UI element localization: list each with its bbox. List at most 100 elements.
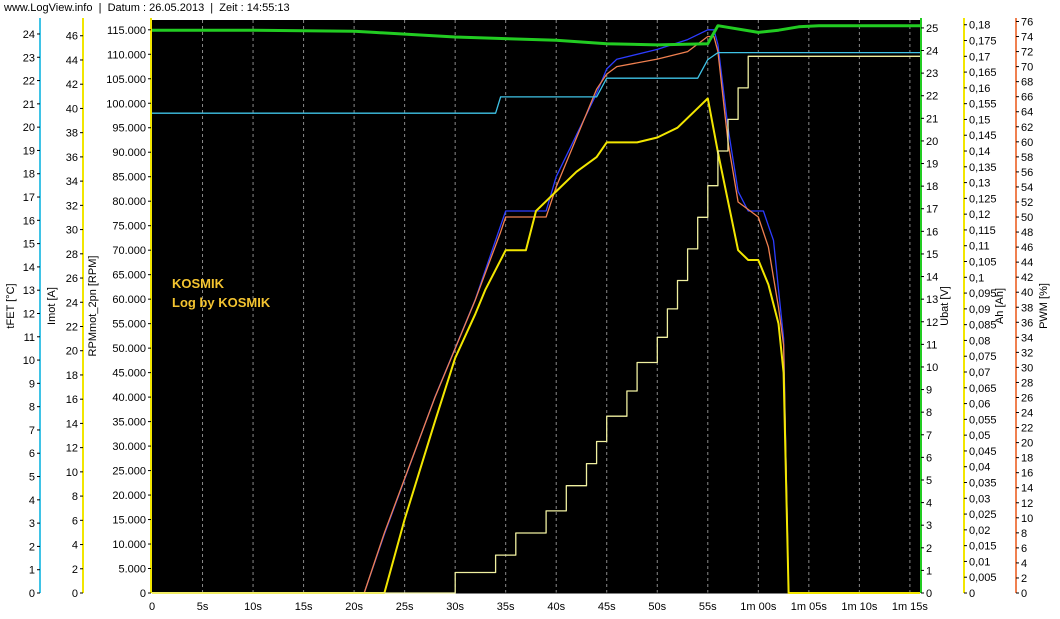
ubat-tick-label: 6	[926, 452, 932, 464]
pwm-tick-label: 2	[1021, 573, 1027, 585]
ah-tick-label: 0,045	[969, 446, 997, 458]
ah-tick-label: 0,12	[969, 209, 990, 221]
imot-tick-label: 44	[66, 55, 78, 67]
ubat-axis-label: Ubat [V]	[939, 286, 951, 326]
tfet-tick-label: 3	[29, 518, 35, 530]
pwm-tick-label: 60	[1021, 137, 1033, 149]
ah-tick-label: 0,05	[969, 430, 990, 442]
rpm-tick-label: 95.000	[112, 123, 146, 135]
rpm-tick-label: 50.000	[112, 343, 146, 355]
x-tick-label: 45s	[598, 601, 616, 613]
pwm-tick-label: 74	[1021, 32, 1033, 44]
ah-tick-label: 0,155	[969, 99, 997, 111]
rpm-tick-label: 40.000	[112, 392, 146, 404]
pwm-tick-label: 6	[1021, 543, 1027, 555]
imot-tick-label: 34	[66, 176, 78, 188]
imot-tick-label: 38	[66, 128, 78, 140]
imot-tick-label: 6	[72, 515, 78, 527]
rpm-tick-label: 25.000	[112, 466, 146, 478]
tfet-tick-label: 11	[24, 332, 35, 344]
rpm-tick-label: 10.000	[112, 539, 146, 551]
ah-tick-label: 0,01	[969, 556, 990, 568]
pwm-tick-label: 42	[1021, 272, 1033, 284]
pwm-tick-label: 70	[1021, 62, 1033, 74]
pwm-tick-label: 18	[1021, 453, 1033, 465]
x-tick-label: 55s	[699, 601, 717, 613]
ah-tick-label: 0,165	[969, 67, 997, 79]
ubat-tick-label: 13	[926, 294, 938, 306]
ah-tick-label: 0,085	[969, 320, 997, 332]
x-tick-label: 20s	[345, 601, 363, 613]
rpm-tick-label: 20.000	[112, 490, 146, 502]
pwm-tick-label: 0	[1021, 588, 1027, 600]
x-tick-label: 30s	[446, 601, 464, 613]
imot-tick-label: 10	[66, 467, 78, 479]
tfet-tick-label: 5	[29, 472, 35, 484]
tfet-tick-label: 23	[23, 52, 35, 64]
imot-tick-label: 2	[72, 564, 78, 576]
rpm-axis-label: RPMmot_2pn [RPM]	[87, 256, 99, 357]
pwm-tick-label: 64	[1021, 107, 1033, 119]
imot-tick-label: 12	[66, 443, 78, 455]
ah-tick-label: 0,11	[969, 241, 990, 253]
x-tick-label: 40s	[547, 601, 565, 613]
pwm-tick-label: 58	[1021, 152, 1033, 164]
pwm-tick-label: 28	[1021, 377, 1033, 389]
rpm-tick-label: 105.000	[106, 74, 146, 86]
tfet-tick-label: 16	[23, 215, 35, 227]
tfet-tick-label: 8	[29, 402, 35, 414]
pwm-tick-label: 68	[1021, 77, 1033, 89]
ah-tick-label: 0,07	[969, 367, 990, 379]
ubat-tick-label: 14	[926, 272, 938, 284]
x-tick-label: 10s	[244, 601, 262, 613]
tfet-tick-label: 20	[23, 122, 35, 134]
ah-tick-label: 0,025	[969, 509, 997, 521]
tfet-tick-label: 19	[23, 145, 35, 157]
ubat-tick-label: 0	[926, 588, 932, 600]
pwm-axis-label: PWM [%]	[1038, 283, 1050, 329]
pwm-tick-label: 10	[1021, 513, 1033, 525]
pwm-tick-label: 56	[1021, 167, 1033, 179]
imot-tick-label: 14	[66, 418, 78, 430]
ah-tick-label: 0,075	[969, 351, 997, 363]
pwm-tick-label: 54	[1021, 182, 1033, 194]
ubat-tick-label: 7	[926, 430, 932, 442]
ah-tick-label: 0,16	[969, 83, 990, 95]
ah-tick-label: 0	[969, 588, 975, 600]
imot-tick-label: 32	[66, 200, 78, 212]
pwm-tick-label: 72	[1021, 47, 1033, 59]
x-tick-label: 5s	[197, 601, 209, 613]
ah-tick-label: 0,035	[969, 478, 997, 490]
ubat-tick-label: 5	[926, 475, 932, 487]
ah-tick-label: 0,145	[969, 130, 997, 142]
pwm-tick-label: 38	[1021, 302, 1033, 314]
pwm-tick-label: 44	[1021, 257, 1033, 269]
ah-tick-label: 0,04	[969, 462, 990, 474]
pwm-tick-label: 32	[1021, 347, 1033, 359]
x-tick-label: 35s	[497, 601, 515, 613]
pwm-tick-label: 40	[1021, 287, 1033, 299]
rpm-tick-label: 55.000	[112, 319, 146, 331]
ubat-tick-label: 24	[926, 46, 938, 58]
pwm-tick-label: 4	[1021, 558, 1027, 570]
pwm-tick-label: 20	[1021, 438, 1033, 450]
rpm-tick-label: 15.000	[112, 515, 146, 527]
imot-tick-label: 20	[66, 346, 78, 358]
tfet-tick-label: 2	[29, 541, 35, 553]
ubat-tick-label: 21	[926, 113, 938, 125]
rpm-tick-label: 0	[140, 588, 146, 600]
pwm-tick-label: 66	[1021, 92, 1033, 104]
ah-tick-label: 0,13	[969, 178, 990, 190]
ah-tick-label: 0,175	[969, 36, 997, 48]
imot-tick-label: 28	[66, 249, 78, 261]
tfet-tick-label: 9	[29, 378, 35, 390]
rpm-tick-label: 115.000	[107, 25, 146, 37]
ubat-tick-label: 20	[926, 136, 938, 148]
ah-tick-label: 0,005	[969, 572, 997, 584]
tfet-tick-label: 15	[23, 239, 35, 251]
tfet-tick-label: 21	[23, 99, 35, 111]
pwm-tick-label: 46	[1021, 242, 1033, 254]
ah-tick-label: 0,15	[969, 114, 990, 126]
ubat-tick-label: 17	[926, 204, 938, 216]
pwm-tick-label: 48	[1021, 227, 1033, 239]
